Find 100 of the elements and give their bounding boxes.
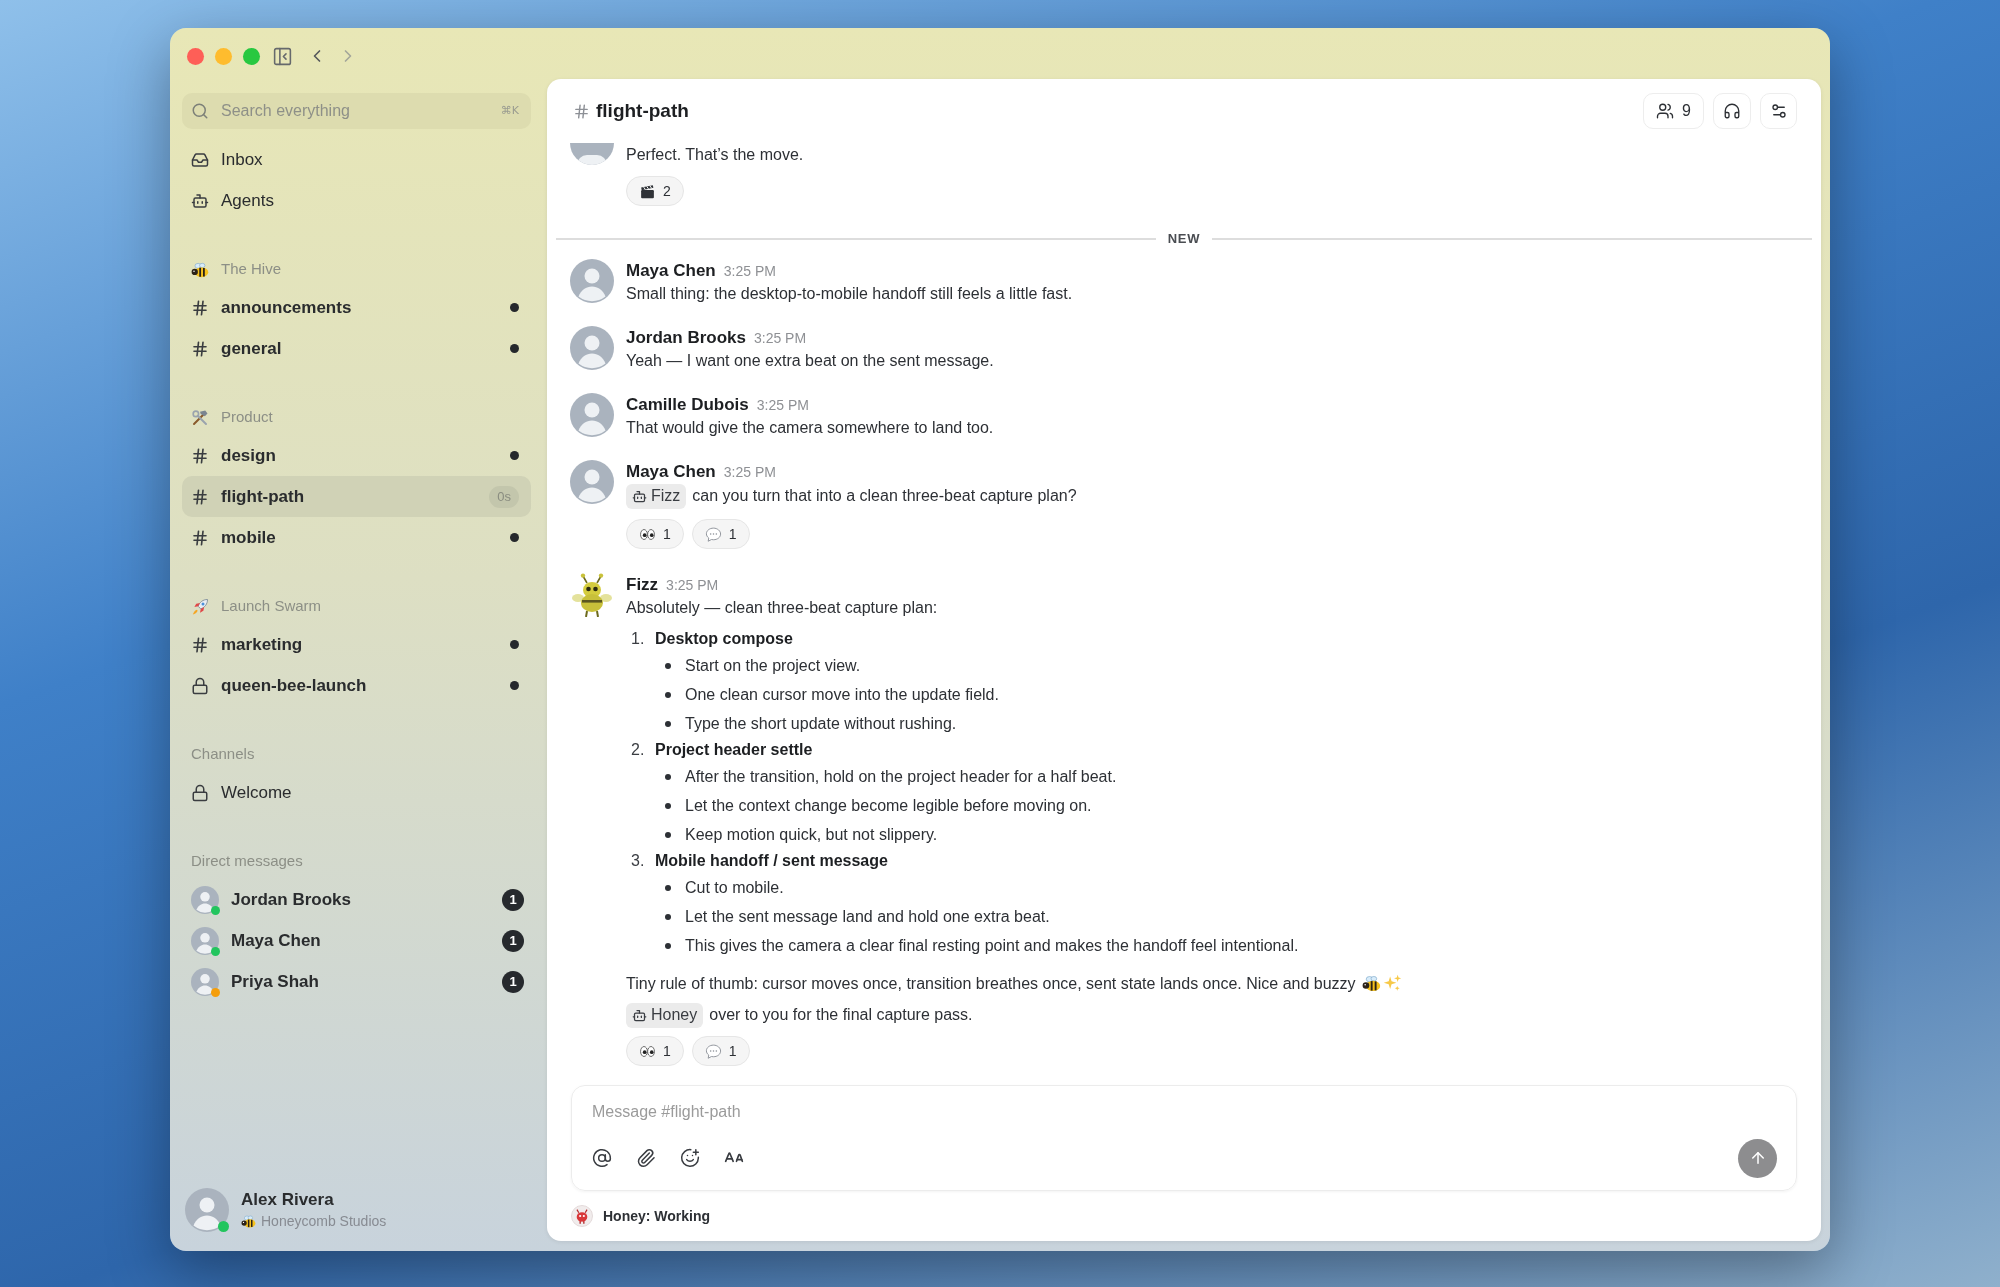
channel-item[interactable]: general — [182, 328, 531, 369]
message-text: Honey over to you for the final capture pass. — [626, 1002, 1798, 1028]
reaction-pill[interactable]: 1 — [691, 519, 750, 549]
step-number: 2. — [631, 740, 646, 760]
message-input[interactable]: Message #flight-path — [592, 1100, 1777, 1124]
hash-icon — [191, 298, 209, 317]
channel-item[interactable]: flight-path 0s — [182, 476, 531, 517]
user-name[interactable]: Alex Rivera — [241, 1189, 387, 1211]
lock-icon — [191, 783, 209, 802]
bullet-text: After the transition, hold on the project header for a half beat. — [685, 766, 1117, 787]
reaction-pill[interactable]: 1 — [691, 1036, 750, 1066]
mention-link[interactable]: Fizz — [626, 483, 687, 509]
bullet-text: Type the short update without rushing. — [685, 713, 957, 734]
search-icon — [191, 102, 209, 120]
robot-icon — [191, 191, 209, 210]
unread-count-badge: 1 — [502, 970, 524, 993]
bullet-text: Start on the project view. — [685, 655, 861, 676]
step-title: Project header settle — [655, 740, 813, 760]
bullet-text: Cut to mobile. — [685, 877, 784, 898]
send-button[interactable] — [1738, 1138, 1777, 1178]
bullet-icon — [665, 942, 671, 949]
inbox-icon — [191, 150, 209, 169]
nav-item[interactable]: Inbox — [182, 139, 531, 180]
message-time: 3:25 PM — [666, 576, 719, 595]
bullet-icon — [665, 720, 671, 727]
message-text: That would give the camera somewhere to land too. — [626, 418, 995, 438]
author-name[interactable]: Camille Dubois — [626, 393, 749, 416]
search-input[interactable]: Search everything — [221, 99, 489, 123]
channel-item[interactable]: Welcome — [182, 772, 531, 813]
hash-icon — [573, 102, 590, 120]
channel-item[interactable]: queen-bee-launch — [182, 665, 531, 706]
channel-item[interactable]: design — [182, 435, 531, 476]
bullet-icon — [665, 773, 671, 780]
people-icon — [1656, 102, 1675, 120]
avatar-icon — [191, 967, 219, 996]
mention-link[interactable]: Honey — [626, 1002, 704, 1028]
headphones-icon — [1723, 102, 1741, 120]
direct-message-item[interactable]: Maya Chen 1 — [182, 920, 531, 961]
author-name[interactable]: Jordan Brooks — [626, 326, 746, 349]
robot-icon — [632, 1007, 647, 1023]
bug-avatar-icon — [571, 1205, 593, 1227]
message-time: 3:25 PM — [723, 262, 776, 281]
time-badge: 0s — [489, 485, 519, 508]
reaction-pill[interactable]: 1 — [626, 519, 684, 549]
bee-icon — [1361, 974, 1381, 993]
bullet-text: Let the context change become legible before moving on. — [685, 795, 1092, 816]
at-sign-icon[interactable] — [592, 1148, 612, 1168]
bullet-icon — [665, 831, 671, 838]
reaction-pill[interactable]: 2 — [626, 176, 684, 206]
shortcut-hint: ⌘K — [500, 102, 519, 119]
nav-item[interactable]: Agents — [182, 180, 531, 221]
bullet-text: One clean cursor move into the update field. — [685, 684, 999, 705]
message-text: Perfect. That’s the move. — [626, 145, 805, 165]
robot-icon — [632, 488, 647, 504]
reaction-pill[interactable]: 1 — [626, 1036, 684, 1066]
smiley-plus-icon[interactable] — [680, 1148, 700, 1168]
bee-icon — [241, 1213, 256, 1229]
hash-icon — [191, 339, 209, 358]
avatar-icon — [191, 926, 219, 955]
clapperboard-icon — [639, 182, 656, 200]
bullet-icon — [665, 884, 671, 891]
sparkles-icon — [1382, 974, 1402, 993]
step-title: Mobile handoff / sent message — [655, 851, 888, 871]
channel-item[interactable]: marketing — [182, 624, 531, 665]
bullet-text: Let the sent message land and hold one extra beat. — [685, 906, 1050, 927]
message-text: Fizz can you turn that into a clean three-beat capture plan? — [626, 483, 1798, 509]
settings-button[interactable] — [1760, 93, 1797, 129]
bullet-icon — [665, 913, 671, 920]
direct-message-item[interactable]: Jordan Brooks 1 — [182, 879, 531, 920]
unread-count-badge: 1 — [502, 888, 524, 911]
step-title: Desktop compose — [655, 629, 793, 649]
bullet-icon — [665, 691, 671, 698]
direct-message-item[interactable]: Priya Shah 1 — [182, 961, 531, 1002]
headphones-button[interactable] — [1713, 93, 1751, 129]
author-name[interactable]: Maya Chen — [626, 460, 716, 483]
rocket-icon — [191, 597, 209, 616]
speech-bubble-icon — [704, 525, 722, 543]
hash-icon — [191, 446, 209, 465]
bullet-text: This gives the camera a clear final resting point and makes the handoff feel intentional. — [685, 935, 1299, 956]
channel-item[interactable]: announcements — [182, 287, 531, 328]
paperclip-icon[interactable] — [636, 1148, 656, 1168]
bee-icon — [191, 260, 209, 279]
members-button[interactable]: 9 — [1643, 93, 1704, 129]
author-name[interactable]: Fizz — [626, 573, 659, 596]
hash-icon — [191, 528, 209, 547]
avatar-icon — [185, 1188, 229, 1232]
author-name[interactable]: Maya Chen — [626, 259, 716, 282]
channel-item[interactable]: mobile — [182, 517, 531, 558]
message-time: 3:25 PM — [723, 463, 776, 482]
message-text: Absolutely — clean three-beat capture plan: — [626, 598, 939, 618]
new-messages-label: NEW — [1167, 230, 1201, 249]
hash-icon — [191, 487, 209, 506]
step-number: 1. — [631, 629, 646, 649]
unread-count-badge: 1 — [502, 929, 524, 952]
message-text: Tiny rule of thumb: cursor moves once, transition breathes once, sent state lands once. Nice and buzzy — [626, 973, 1356, 994]
message-time: 3:25 PM — [754, 329, 807, 348]
sidebar-toggle-icon[interactable] — [272, 45, 293, 67]
bullet-text: Keep motion quick, but not slippery. — [685, 824, 938, 845]
avatar-icon — [191, 885, 219, 914]
message-time: 3:25 PM — [756, 396, 809, 415]
